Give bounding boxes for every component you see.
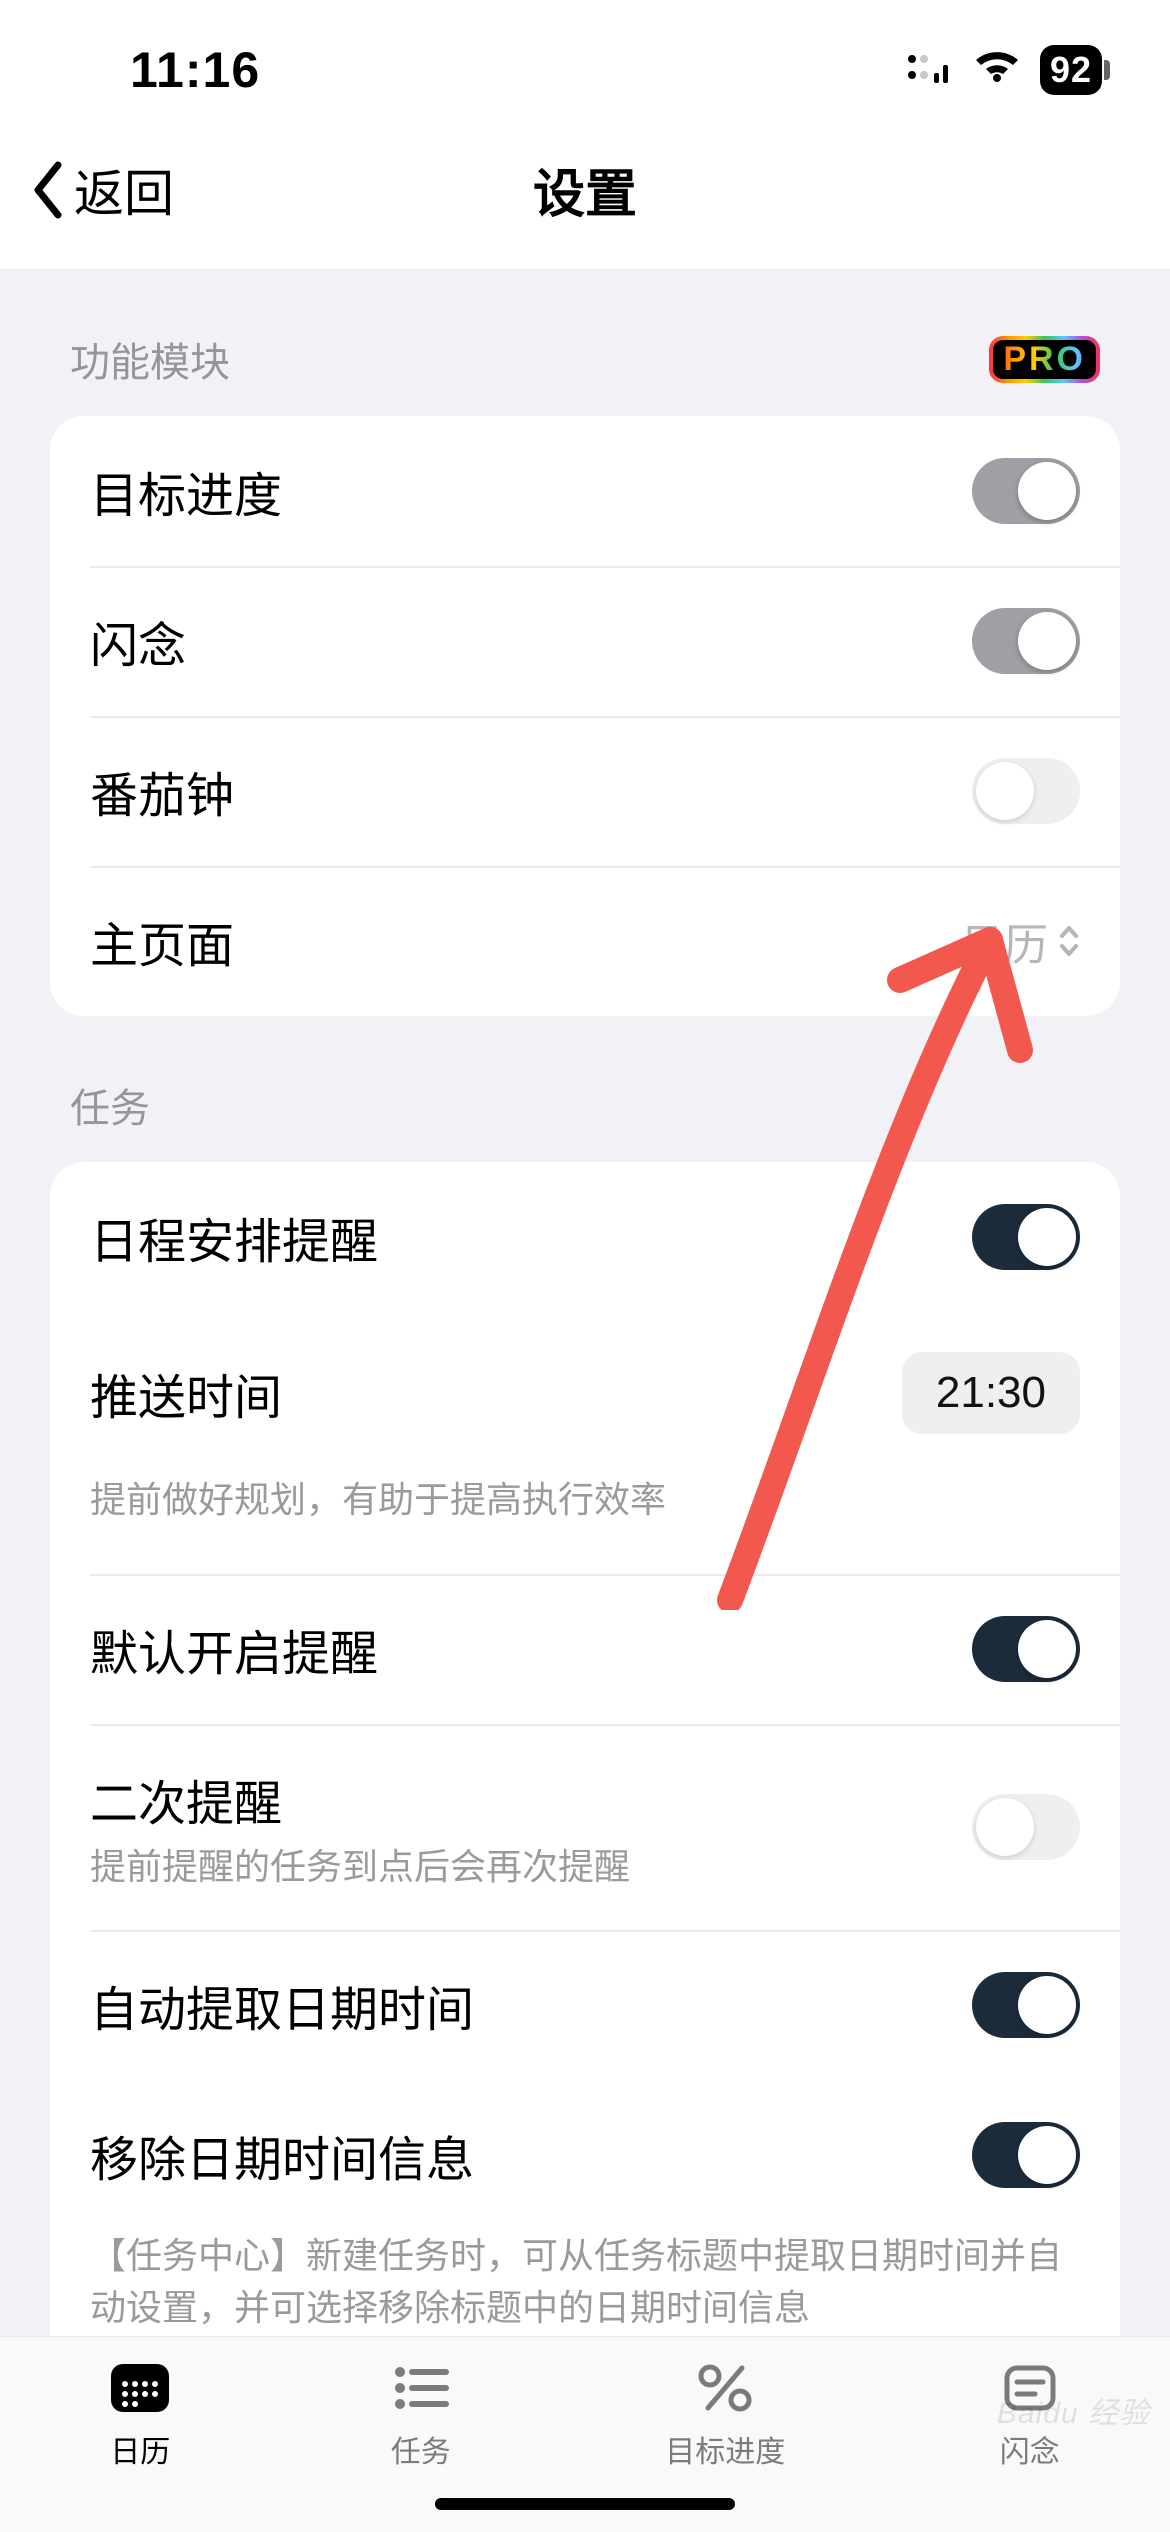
row-flash: 闪念 (50, 566, 1120, 716)
row-push-time: 推送时间 21:30 (50, 1312, 1120, 1474)
tab-label-calendar: 日历 (110, 2427, 170, 2471)
tab-label-tasks: 任务 (391, 2427, 451, 2471)
section-header-tasks: 任务 (50, 1016, 1120, 1162)
toggle-flash[interactable] (972, 608, 1080, 674)
row-default-reminder: 默认开启提醒 (50, 1574, 1120, 1724)
row-auto-extract: 自动提取日期时间 (50, 1930, 1120, 2080)
row-schedule-reminder: 日程安排提醒 (50, 1162, 1120, 1312)
percent-icon (689, 2359, 761, 2417)
watermark: Baidu 经验 (997, 2388, 1150, 2432)
battery-icon: 92 (1040, 45, 1110, 95)
toggle-goal-progress[interactable] (972, 458, 1080, 524)
section-header-modules: 功能模块 PRO (50, 270, 1120, 416)
label-second-reminder: 二次提醒 (90, 1764, 630, 1834)
updown-icon (1058, 924, 1080, 958)
toggle-auto-extract[interactable] (972, 1972, 1080, 2038)
tab-calendar[interactable]: 日历 (104, 2359, 176, 2532)
section-title-tasks: 任务 (70, 1076, 150, 1134)
list-icon (385, 2359, 457, 2417)
chevron-left-icon (30, 161, 64, 219)
back-button[interactable]: 返回 (0, 154, 174, 226)
home-indicator[interactable] (435, 2498, 735, 2510)
card-modules: 目标进度 闪念 番茄钟 主页面 日历 (50, 416, 1120, 1016)
row-second-reminder: 二次提醒 提前提醒的任务到点后会再次提醒 (50, 1724, 1120, 1930)
label-pomodoro: 番茄钟 (90, 756, 234, 826)
push-time-value[interactable]: 21:30 (902, 1352, 1080, 1434)
toggle-pomodoro[interactable] (972, 758, 1080, 824)
toggle-second-reminder[interactable] (972, 1794, 1080, 1860)
row-goal-progress: 目标进度 (50, 416, 1120, 566)
wifi-icon (972, 50, 1022, 91)
pro-badge[interactable]: PRO (989, 336, 1100, 383)
status-bar: 11:16 92 (0, 0, 1170, 110)
calendar-icon (104, 2359, 176, 2417)
back-label: 返回 (74, 154, 174, 226)
row-remove-datetime: 移除日期时间信息 (50, 2080, 1120, 2230)
homepage-value[interactable]: 日历 (960, 909, 1080, 973)
row-pomodoro: 番茄钟 (50, 716, 1120, 866)
row-homepage[interactable]: 主页面 日历 (50, 866, 1120, 1016)
page-title: 设置 (0, 152, 1170, 227)
section-title-modules: 功能模块 (70, 330, 230, 388)
label-auto-extract: 自动提取日期时间 (90, 1970, 474, 2040)
label-push-time: 推送时间 (90, 1358, 282, 1428)
sub-second-reminder: 提前提醒的任务到点后会再次提醒 (90, 1838, 630, 1890)
toggle-remove-datetime[interactable] (972, 2122, 1080, 2188)
status-indicators: 92 (906, 45, 1110, 95)
label-flash: 闪念 (90, 606, 186, 676)
toggle-schedule-reminder[interactable] (972, 1204, 1080, 1270)
signal-icon (906, 51, 954, 90)
status-time: 11:16 (130, 41, 260, 99)
label-remove-datetime: 移除日期时间信息 (90, 2120, 474, 2190)
toggle-default-reminder[interactable] (972, 1616, 1080, 1682)
note-plan: 提前做好规划，有助于提高执行效率 (50, 1474, 1120, 1554)
battery-level: 92 (1040, 45, 1102, 95)
label-schedule-reminder: 日程安排提醒 (90, 1202, 378, 1272)
nav-bar: 返回 设置 (0, 110, 1170, 270)
label-goal-progress: 目标进度 (90, 456, 282, 526)
label-default-reminder: 默认开启提醒 (90, 1614, 378, 1684)
tab-flash[interactable]: 闪念 (994, 2359, 1066, 2532)
tab-label-flash: 闪念 (1000, 2427, 1060, 2471)
label-homepage: 主页面 (90, 906, 234, 976)
tab-label-progress: 目标进度 (665, 2427, 785, 2471)
card-tasks: 日程安排提醒 推送时间 21:30 提前做好规划，有助于提高执行效率 默认开启提… (50, 1162, 1120, 2383)
